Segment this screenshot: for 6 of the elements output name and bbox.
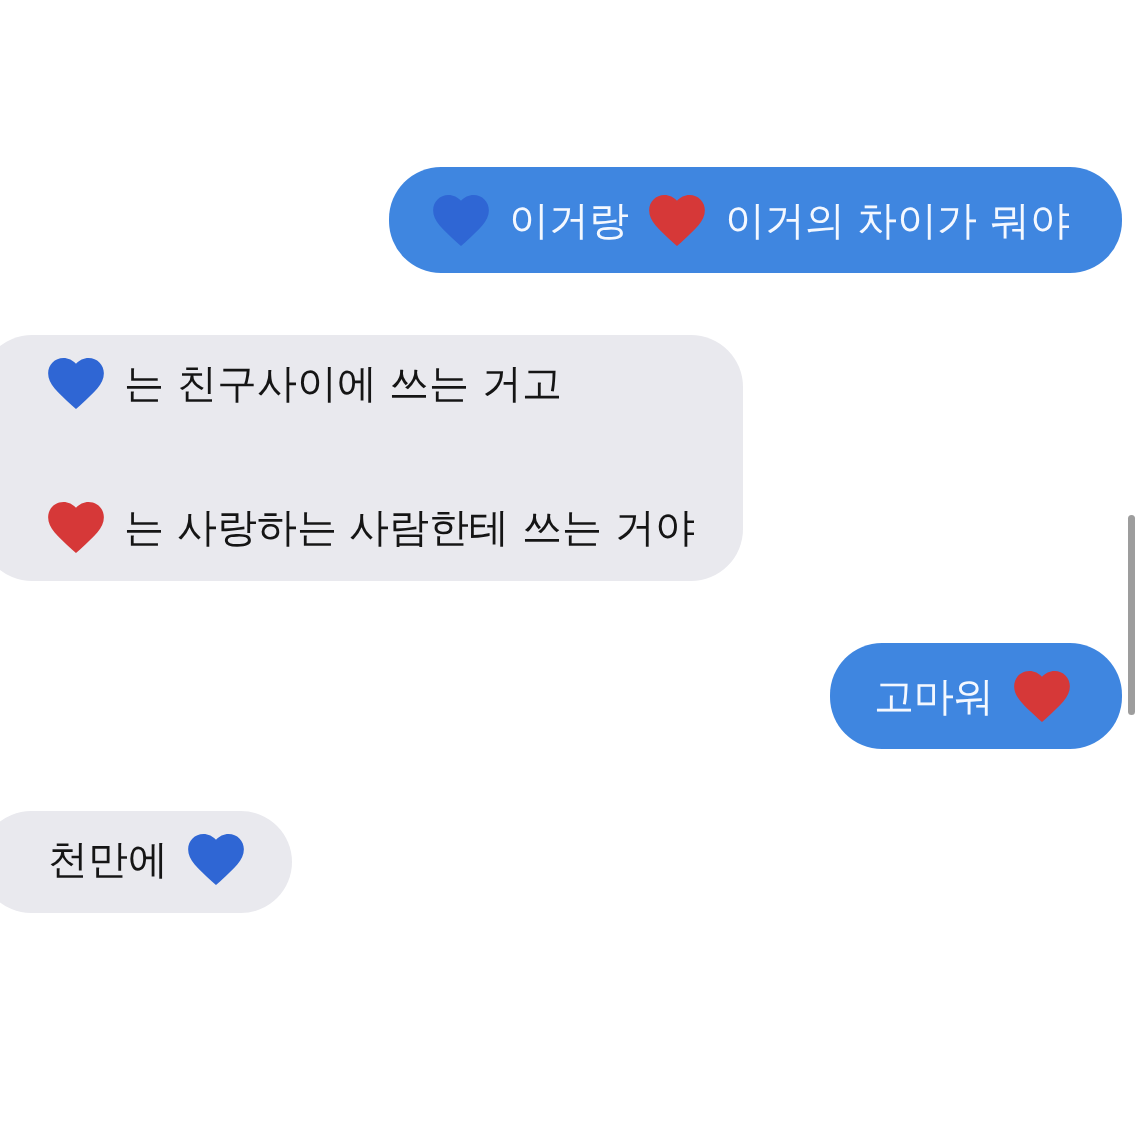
- message-text: 는 친구사이에 쓰는 거고: [124, 359, 563, 407]
- message-text: 는 사랑하는 사람한테 쓰는 거야: [124, 503, 695, 551]
- message-text: 고마워: [874, 672, 994, 720]
- message-text: 이거의 차이가 뭐야: [724, 196, 1070, 244]
- message-text: 이거랑: [508, 196, 629, 244]
- message-text: 천만에: [48, 835, 168, 883]
